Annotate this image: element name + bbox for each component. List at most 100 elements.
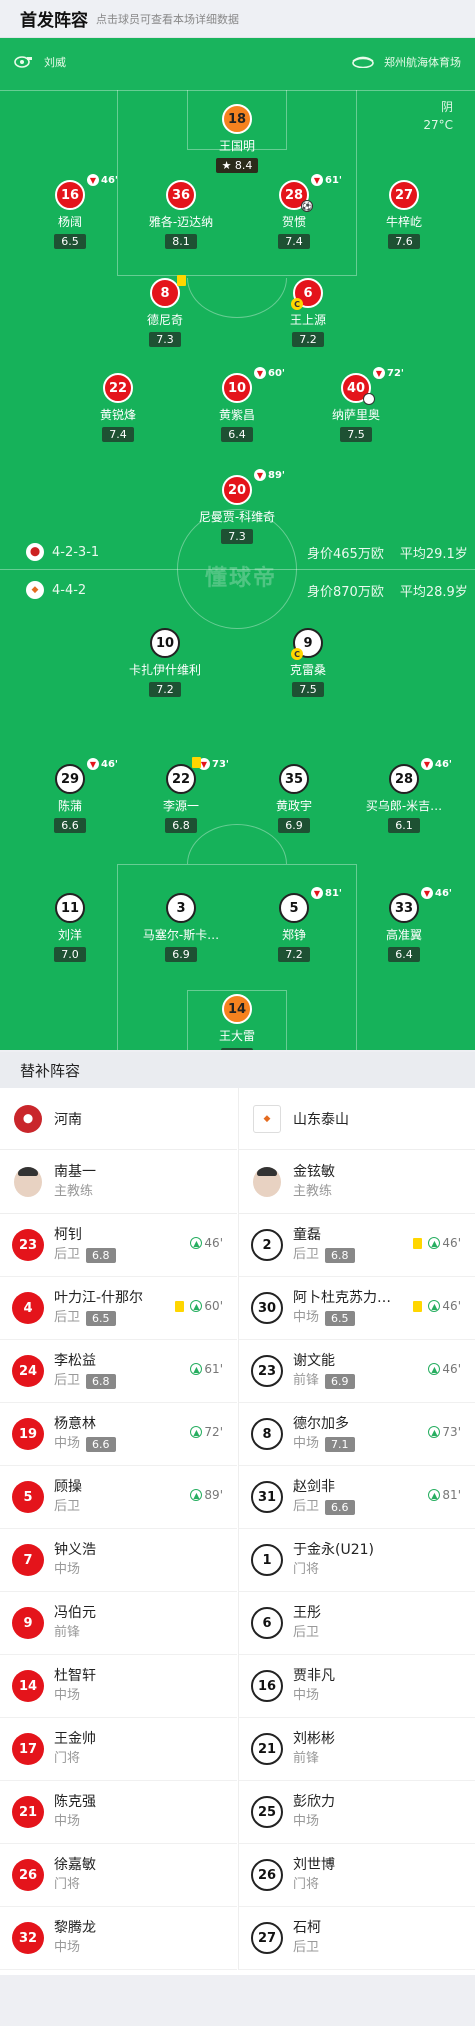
away-player[interactable]: 11 刘洋 7.0 [10, 893, 130, 962]
away-player[interactable]: 3 马塞尔-斯卡… 6.9 [121, 893, 241, 962]
sub-player-rating: 6.5 [325, 1310, 355, 1326]
away-player[interactable]: 28 ▼ 46' 买乌郎-米吉… 6.1 [344, 758, 464, 833]
sub-player-row[interactable]: 5 顾操 后卫 ▲ 89' [0, 1466, 237, 1529]
player-number: 20 ▼ 89' [222, 469, 285, 505]
player-name: 王国明 [218, 139, 255, 153]
sub-player-position: 中场 7.1 [293, 1434, 355, 1454]
sub-player-row[interactable]: 2 童磊 后卫 6.8 ▲ 46' [239, 1214, 475, 1277]
sub-player-row[interactable]: 4 叶力江-什那尔 后卫 6.5 ▲ 60' [0, 1277, 237, 1340]
player-rating: 7.5 [340, 427, 372, 442]
sub-on-arrow-icon: ▲ [190, 1426, 203, 1438]
away-player[interactable]: 14 王大雷 7.1 [177, 994, 297, 1050]
home-player[interactable]: 22 黄锐烽 7.4 [58, 373, 178, 442]
player-name: 黄锐烽 [99, 408, 136, 422]
sub-player-row[interactable]: 21 陈克强 中场 [0, 1781, 237, 1844]
home-player[interactable]: 10 ▼ 60' 黄紫昌 6.4 [177, 367, 297, 442]
home-player[interactable]: 36 雅各-迈达纳 8.1 [121, 180, 241, 249]
sub-player-row[interactable]: 23 柯钊 后卫 6.8 ▲ 46' [0, 1214, 237, 1277]
player-rating: 7.1 [221, 1048, 253, 1050]
home-player[interactable]: 8 德尼奇 7.3 [105, 275, 225, 347]
sub-player-row[interactable]: 32 黎腾龙 中场 [0, 1907, 237, 1970]
sub-player-info: 冯伯元 前锋 [54, 1603, 96, 1643]
yellow-card-icon [413, 1300, 423, 1312]
sub-position-text: 前锋 [293, 1751, 320, 1766]
away-player[interactable]: 9 C 克雷桑 7.5 [248, 628, 368, 697]
sub-player-name: 石柯 [293, 1920, 321, 1936]
home-team-row[interactable]: ⬤ 河南 [0, 1088, 237, 1150]
sub-player-row[interactable]: 27 石柯 后卫 [239, 1907, 475, 1970]
home-player[interactable]: 20 ▼ 89' 尼曼贾-科维奇 7.3 [177, 469, 297, 544]
home-team-badge-icon: ⬤ [26, 543, 44, 561]
player-number: 5 ▼ 81' [279, 887, 342, 923]
sub-position-text: 中场 [293, 1814, 320, 1829]
sub-player-row[interactable]: 8 德尔加多 中场 7.1 ▲ 73' [239, 1403, 475, 1466]
away-team-row[interactable]: ◆ 山东泰山 [239, 1088, 475, 1150]
sub-player-row[interactable]: 19 杨意林 中场 6.6 ▲ 72' [0, 1403, 237, 1466]
sub-player-info: 黎腾龙 中场 [54, 1918, 96, 1958]
sub-player-row[interactable]: 23 谢文能 前锋 6.9 ▲ 46' [239, 1340, 475, 1403]
sub-player-info: 赵剑非 后卫 6.6 [293, 1477, 355, 1517]
player-name: 牛梓屹 [385, 215, 422, 229]
sub-player-info: 贾非凡 中场 [293, 1666, 335, 1706]
sub-player-info: 于金永(U21) 门将 [293, 1540, 374, 1580]
home-player[interactable]: 27 牛梓屹 7.6 [344, 180, 464, 249]
sub-on-time: ▲ 73' [428, 1425, 461, 1439]
sub-player-row[interactable]: 14 杜智轩 中场 [0, 1655, 237, 1718]
sub-player-row[interactable]: 16 贾非凡 中场 [239, 1655, 475, 1718]
player-rating: 6.4 [221, 427, 253, 442]
sub-off-time: ▼ 60' [254, 367, 285, 379]
sub-player-rating: 6.8 [86, 1247, 116, 1263]
away-player[interactable]: 22 ▼ 73' 李源一 6.8 [121, 757, 241, 833]
sub-player-rating: 6.6 [86, 1436, 116, 1452]
sub-player-row[interactable]: 6 王彤 后卫 [239, 1592, 475, 1655]
sub-player-info: 杜智轩 中场 [54, 1666, 96, 1706]
sub-player-info: 阿卜杜克苏力… 中场 6.5 [293, 1288, 391, 1328]
sub-player-row[interactable]: 25 彭欣力 中场 [239, 1781, 475, 1844]
player-name: 尼曼贾-科维奇 [198, 510, 276, 524]
sub-player-row[interactable]: 21 刘彬彬 前锋 [239, 1718, 475, 1781]
home-team-name: 河南 [54, 1111, 82, 1128]
sub-player-position: 门将 [54, 1749, 96, 1769]
home-player[interactable]: 28 ▼ 61' ⚽ 贺惯 7.4 [234, 174, 354, 249]
sub-player-row[interactable]: 24 李松益 后卫 6.8 ▲ 61' [0, 1340, 237, 1403]
player-number: 29 ▼ 46' [55, 758, 118, 794]
sub-player-name: 德尔加多 [293, 1416, 349, 1432]
away-player[interactable]: 35 黄政宇 6.9 [234, 764, 354, 833]
home-player[interactable]: 6 C 王上源 7.2 [248, 278, 368, 347]
sub-player-row[interactable]: 26 刘世博 门将 [239, 1844, 475, 1907]
away-coach-row[interactable]: 金铉敏 主教练 [239, 1150, 475, 1214]
sub-position-text: 后卫 [293, 1247, 320, 1262]
sub-player-number: 9 [12, 1607, 44, 1639]
sub-off-time: ▼ 46' [421, 887, 452, 899]
sub-player-position: 门将 [293, 1875, 335, 1895]
sub-player-row[interactable]: 30 阿卜杜克苏力… 中场 6.5 ▲ 46' [239, 1277, 475, 1340]
home-player[interactable]: 40 ▼ 72' ✦ 纳萨里奥 7.5 [296, 367, 416, 442]
sub-on-time: ▲ 61' [190, 1362, 223, 1376]
sub-player-row[interactable]: 26 徐嘉敏 门将 [0, 1844, 237, 1907]
lineup-header: 首发阵容 点击球员可查看本场详细数据 [0, 0, 475, 38]
away-player[interactable]: 5 ▼ 81' 郑铮 7.2 [234, 887, 354, 962]
yellow-card-icon [192, 757, 201, 768]
away-player[interactable]: 33 ▼ 46' 高准翼 6.4 [344, 887, 464, 962]
sub-player-row[interactable]: 9 冯伯元 前锋 [0, 1592, 237, 1655]
away-subs-column: ◆ 山东泰山 金铉敏 主教练 2 童磊 后卫 6.8 ▲ 46' 30 阿卜杜克苏力… 中场 6.… [238, 1088, 475, 1970]
sub-player-row[interactable]: 7 钟义浩 中场 [0, 1529, 237, 1592]
sub-on-time: ▲ 89' [190, 1488, 223, 1502]
sub-player-rating: 6.6 [325, 1499, 355, 1515]
home-value: 身价465万欧 [307, 547, 384, 562]
sub-arrow-icon: ▼ [87, 174, 99, 186]
player-number: 33 ▼ 46' [389, 887, 452, 923]
sub-position-text: 中场 [54, 1562, 81, 1577]
away-player[interactable]: 29 ▼ 46' 陈蒲 6.6 [10, 758, 130, 833]
away-player[interactable]: 10 卡扎伊什维利 7.2 [105, 628, 225, 697]
sub-player-number: 4 [12, 1292, 44, 1324]
sub-player-row[interactable]: 31 赵剑非 后卫 6.6 ▲ 81' [239, 1466, 475, 1529]
sub-player-row[interactable]: 1 于金永(U21) 门将 [239, 1529, 475, 1592]
home-player[interactable]: 18 王国明 ★ 8.4 [177, 104, 297, 173]
home-player[interactable]: 16 ▼ 46' 杨阔 6.5 [10, 174, 130, 249]
sub-player-position: 后卫 6.8 [54, 1371, 116, 1391]
sub-player-rating: 6.8 [325, 1247, 355, 1263]
sub-player-row[interactable]: 17 王金帅 门将 [0, 1718, 237, 1781]
home-coach-row[interactable]: 南基一 主教练 [0, 1150, 237, 1214]
sub-arrow-icon: ▼ [254, 367, 266, 379]
